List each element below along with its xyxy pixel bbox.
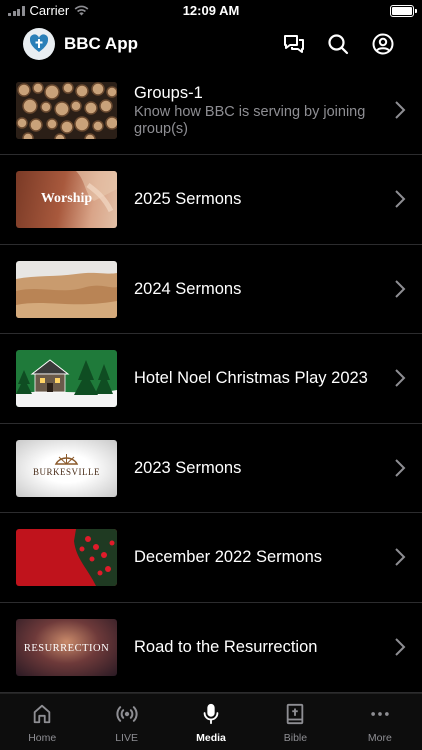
list-item-title: 2025 Sermons: [134, 190, 242, 208]
search-icon: [328, 34, 349, 55]
list-item-title: Road to the Resurrection: [134, 637, 318, 656]
worship-thumbnail: Worship: [16, 171, 117, 228]
live-broadcast-icon: [115, 706, 138, 722]
heart-cross-logo-icon: [29, 34, 49, 52]
bible-icon: [287, 703, 304, 725]
tab-more[interactable]: More: [338, 694, 422, 750]
tab-label: Home: [28, 732, 57, 744]
microphone-icon: [203, 703, 219, 725]
chevron-right-icon: [395, 548, 406, 567]
tab-media[interactable]: Media: [169, 694, 253, 750]
app-title: BBC App: [64, 34, 138, 53]
chevron-right-icon: [395, 190, 406, 208]
list-item-hotel-noel[interactable]: Hotel Noel Christmas Play 2023: [0, 334, 422, 424]
chevron-right-icon: [395, 638, 406, 656]
list-item-2024-sermons[interactable]: 2024 Sermons: [0, 245, 422, 335]
search-button[interactable]: [325, 31, 351, 57]
chat-bubbles-icon: [284, 35, 304, 53]
app-header: BBC App: [0, 22, 422, 66]
messages-button[interactable]: [281, 31, 307, 57]
list-item-title: Groups-1: [134, 84, 203, 102]
account-circle-icon: [372, 33, 394, 55]
desert-thumbnail: [16, 260, 117, 318]
chevron-right-icon: [395, 279, 406, 298]
thumbnail-text: RESURRECTION: [23, 642, 110, 654]
list-item-groups[interactable]: Groups-1 Know how BBC is serving by join…: [0, 66, 422, 155]
groups-thumbnail: [16, 82, 117, 139]
burkesville-thumbnail: BURKESVILLE: [16, 439, 117, 497]
tab-home[interactable]: Home: [0, 694, 84, 750]
list-item-title: 2024 Sermons: [134, 279, 242, 298]
list-item-road-to-resurrection[interactable]: RESURRECTION Road to the Resurrection: [0, 603, 422, 693]
list-item-title: 2023 Sermons: [134, 458, 242, 477]
resurrection-thumbnail: RESURRECTION: [16, 618, 117, 676]
list-item-2023-sermons[interactable]: BURKESVILLE 2023 Sermons: [0, 424, 422, 514]
status-bar: Carrier 12:09 AM: [0, 0, 422, 22]
christmas-red-thumbnail: [16, 529, 117, 587]
hotel-noel-thumbnail: [16, 350, 117, 408]
list-item-title: Hotel Noel Christmas Play 2023: [134, 369, 368, 388]
chevron-right-icon: [395, 369, 406, 387]
list-item-december-2022[interactable]: December 2022 Sermons: [0, 513, 422, 603]
tab-live[interactable]: LIVE: [84, 694, 168, 750]
list-item-2025-sermons[interactable]: Worship 2025 Sermons: [0, 155, 422, 245]
chevron-right-icon: [395, 101, 406, 119]
tab-label: LIVE: [115, 732, 138, 744]
media-list: Groups-1 Know how BBC is serving by join…: [0, 66, 422, 693]
tab-bible[interactable]: Bible: [253, 694, 337, 750]
battery-icon: [390, 5, 417, 17]
list-item-subtitle: Know how BBC is serving by joining group…: [134, 104, 366, 137]
tab-label: Bible: [283, 732, 308, 744]
profile-button[interactable]: [370, 31, 396, 57]
app-logo: [23, 28, 55, 60]
tab-bar: Home LIVE Media Bible More: [0, 693, 422, 750]
status-time: 12:09 AM: [182, 3, 240, 18]
tab-label: Media: [196, 732, 226, 744]
list-item-title: December 2022 Sermons: [134, 548, 323, 567]
chevron-right-icon: [395, 459, 406, 477]
tab-label: More: [367, 732, 392, 744]
more-dots-icon: [371, 712, 389, 716]
home-icon: [33, 704, 51, 724]
thumbnail-text: Worship: [40, 191, 93, 206]
thumbnail-text: BURKESVILLE: [33, 466, 100, 477]
